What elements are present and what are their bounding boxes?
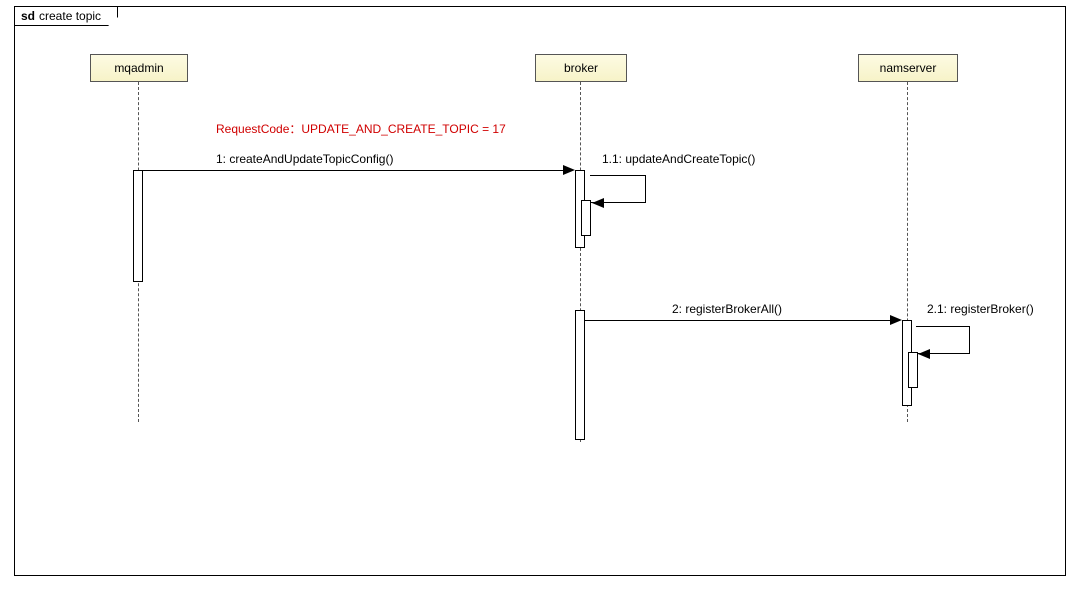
participant-mqadmin: mqadmin — [90, 54, 188, 82]
participant-broker: broker — [535, 54, 627, 82]
request-code-note: RequestCode：UPDATE_AND_CREATE_TOPIC = 17 — [216, 120, 506, 137]
arrow-head-icon — [890, 315, 902, 325]
arrow-head-icon — [592, 198, 604, 208]
arrow-head-icon — [563, 165, 575, 175]
arrow-head-icon — [918, 349, 930, 359]
frame-prefix: sd — [21, 9, 35, 23]
activation-broker-1-1 — [581, 200, 591, 236]
diagram-canvas: sd create topic mqadmin broker namserver… — [0, 0, 1080, 589]
activation-broker-2 — [575, 310, 585, 440]
activation-mqadmin — [133, 170, 143, 282]
frame-title: create topic — [39, 9, 101, 23]
frame-label: sd create topic — [14, 6, 118, 26]
message-2-label: 2: registerBrokerAll() — [672, 302, 782, 316]
participant-namserver: namserver — [858, 54, 958, 82]
message-2-1-label: 2.1: registerBroker() — [927, 302, 1034, 316]
message-1-1-label: 1.1: updateAndCreateTopic() — [602, 152, 755, 166]
participant-label: broker — [564, 61, 598, 75]
sequence-frame: sd create topic — [14, 6, 1066, 576]
message-1-arrow — [143, 170, 565, 171]
activation-namserver-2-1 — [908, 352, 918, 388]
participant-label: namserver — [880, 61, 937, 75]
message-1-label: 1: createAndUpdateTopicConfig() — [216, 152, 393, 166]
participant-label: mqadmin — [114, 61, 163, 75]
message-2-arrow — [585, 320, 892, 321]
